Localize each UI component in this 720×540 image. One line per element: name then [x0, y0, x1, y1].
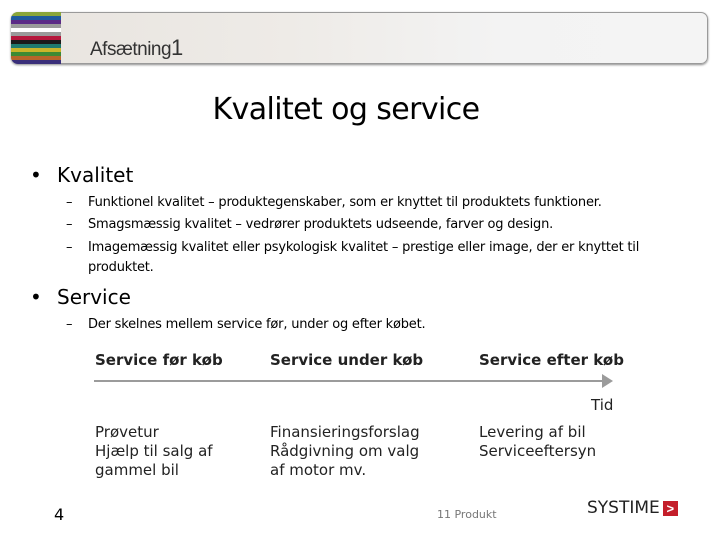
phase-heading-after: Service efter køb [479, 351, 624, 369]
phase-heading-during: Service under køb [270, 351, 424, 369]
phase-heading-before: Service før køb [95, 351, 223, 369]
dash-marker: – [66, 195, 73, 210]
color-stripes-logo [11, 12, 61, 64]
bullet-marker: • [30, 285, 42, 309]
phase-item: gammel bil [95, 461, 179, 479]
subitem-text: Imagemæssig kvalitet eller psykologisk k… [88, 240, 640, 275]
phase-item: Rådgivning om valg [270, 442, 420, 460]
subitem-text: Der skelnes mellem service før, under og… [88, 317, 426, 332]
subitem: – Der skelnes mellem service før, under … [66, 315, 658, 335]
stripe [11, 60, 61, 64]
phase-item: Hjælp til salg af [95, 442, 213, 460]
phase-item: Levering af bil [479, 423, 586, 441]
dash-marker: – [66, 317, 73, 332]
phase-list-during: Finansieringsforslag Rådgivning om valg … [270, 423, 420, 480]
phase-item: Finansieringsforslag [270, 423, 420, 441]
phase-item: Prøvetur [95, 423, 159, 441]
course-title: Afsætning1 [90, 35, 183, 61]
subitem-text: Smagsmæssig kvalitet – vedrører produkte… [88, 217, 554, 232]
timeline-axis [94, 380, 604, 382]
bullet-marker: • [30, 163, 42, 187]
arrow-head-icon [602, 374, 613, 388]
bullet-service: • Service [30, 285, 131, 309]
publisher-logo: SYSTIME > [587, 498, 678, 518]
phase-item: Serviceeftersyn [479, 442, 597, 460]
chevron-right-icon: > [662, 500, 678, 516]
publisher-name: SYSTIME [587, 498, 660, 518]
phase-list-before: Prøvetur Hjælp til salg af gammel bil [95, 423, 213, 480]
subitem: – Funktionel kvalitet – produktegenskabe… [66, 193, 658, 213]
dash-marker: – [66, 240, 73, 255]
dash-marker: – [66, 217, 73, 232]
course-number: 1 [171, 35, 183, 60]
phase-item: af motor mv. [270, 461, 367, 479]
subitem: – Imagemæssig kvalitet eller psykologisk… [66, 238, 658, 278]
phase-list-after: Levering af bil Serviceeftersyn [479, 423, 596, 461]
bullet-label: Kvalitet [57, 163, 134, 187]
bullet-kvalitet: • Kvalitet [30, 163, 133, 187]
chapter-label: 11 Produkt [437, 508, 497, 521]
slide-title: Kvalitet og service [212, 92, 481, 127]
bullet-label: Service [57, 285, 131, 309]
header-banner: Afsætning1 [11, 12, 708, 64]
axis-label-time: Tid [591, 396, 614, 414]
subitem-text: Funktionel kvalitet – produktegenskaber,… [88, 195, 602, 210]
page-number: 4 [54, 505, 65, 524]
subitem: – Smagsmæssig kvalitet – vedrører produk… [66, 215, 658, 235]
course-name: Afsætning [90, 39, 172, 60]
